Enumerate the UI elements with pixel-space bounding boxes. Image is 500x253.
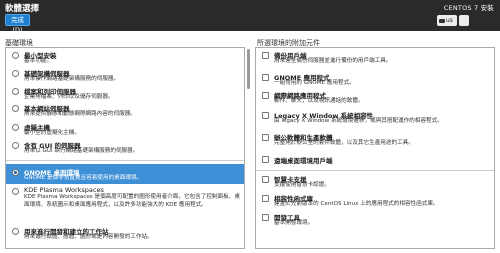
radio-button[interactable] [12,52,19,59]
env-desc: GNOME 是個非常直覺且容易使用的桌面環境。 [24,175,143,181]
addon-item-smart-card[interactable]: 智慧卡支援 支援使用智慧卡認證。 [256,174,494,190]
keyboard-layout-button[interactable]: us [437,15,457,26]
divider [6,160,244,161]
help-button[interactable] [459,15,469,26]
addon-desc: 郵件、聊天，以及視訊通話的軟體。 [274,98,364,104]
scrollbar-thumb[interactable] [247,49,250,89]
addon-item-internet-apps[interactable]: 網際網路應用程式 郵件、聊天，以及視訊通話的軟體。 [256,90,494,106]
addon-desc: 支援使用智慧卡認證。 [274,182,330,188]
env-desc: 用來操作網路基礎架構服務的伺服器。 [24,76,120,82]
radio-button[interactable] [12,105,19,112]
env-item-virtualization-host[interactable]: 虛擬主機 最小型的虛擬化主機。 [6,122,244,138]
addon-desc: 由 legacy X Window 系統環境遷移，或與其搭配運作的相容程式。 [274,118,443,124]
addon-item-gnome-apps[interactable]: GNOME 應用程式 一組常用的 GNOME 應用程式。 [256,72,494,88]
base-environment-list: 最小型安裝 基本功能。 基礎架構伺服器 用來操作網路基礎架構服務的伺服器。 檔案… [5,47,245,249]
radio-button[interactable] [12,88,19,95]
env-item-web-server[interactable]: 基本網站伺服器 用來提供靜態和動態網際網路內容的伺服器。 [6,103,244,119]
env-item-file-print-server[interactable]: 檔案和列印伺服器 企業用檔案、列印以及儲存伺服器。 [6,86,244,102]
env-item-server-with-gui[interactable]: 含有 GUI 的伺服器 用來以 GUI 執行網路基礎架構服務的伺服器。 [6,140,244,156]
env-name: KDE Plasma Workspaces [24,186,104,194]
checkbox[interactable] [262,156,269,163]
env-desc: 最小型的虛擬化主機。 [24,130,80,136]
radio-button[interactable] [12,142,19,149]
addon-item-legacy-x[interactable]: Legacy X Window 系統相容性 由 legacy X Window … [256,110,494,126]
keyboard-icon [439,18,445,23]
env-desc: 企業用檔案、列印以及儲存伺服器。 [24,94,114,100]
radio-button[interactable] [12,124,19,131]
env-item-development-workstation[interactable]: 用來進行開發和建立的工作站 用來進行軟體、應體、圖形或是內容開發的工作站。 [6,226,244,244]
addon-desc: 一組常用的 GNOME 應用程式。 [274,80,355,86]
top-bar: 軟體選擇 完成(D) CENTOS 7 安裝 us [0,0,500,34]
addon-desc: 基本開發環境。 [274,220,314,226]
addon-name: 遠端桌面環境用戶端 [274,157,333,165]
env-desc: 用來進行軟體、應體、圖形或是內容開發的工作站。 [24,234,153,240]
divider [256,170,494,171]
env-item-infrastructure-server[interactable]: 基礎架構伺服器 用來操作網路基礎架構服務的伺服器。 [6,68,244,84]
env-desc: KDE Plasma Workspaces 是個高度可配置的圖形使用者介面，它包… [24,194,240,208]
checkbox[interactable] [262,134,269,141]
env-desc: 用來提供靜態和動態網際網路內容的伺服器。 [24,111,136,117]
addon-item-remote-desktop[interactable]: 遠端桌面環境用戶端 [256,154,494,166]
radio-button[interactable] [12,188,19,195]
addon-item-development-tools[interactable]: 開發工具 基本開發環境。 [256,212,494,228]
checkbox[interactable] [262,52,269,59]
done-button[interactable]: 完成(D) [5,14,30,34]
radio-button[interactable] [12,70,19,77]
left-scrollbar[interactable] [246,47,251,249]
env-desc: 用來以 GUI 執行網路基礎架構服務的伺服器。 [24,148,139,154]
keyboard-layout-label: us [446,17,453,24]
env-item-kde-plasma[interactable]: KDE Plasma Workspaces KDE Plasma Workspa… [6,186,244,218]
checkbox[interactable] [262,112,269,119]
addon-item-compat-libraries[interactable]: 相容性函式庫 建置於先前版本的 CentOS Linux 上的應用程式的相容性函… [256,193,494,209]
addon-desc: 建置於先前版本的 CentOS Linux 上的應用程式的相容性函式庫。 [274,201,439,207]
addon-item-office-suite[interactable]: 辦公軟體和生產軟體 完整用於辦公室的套件軟體，以及其它生產用途的工具。 [256,132,494,148]
page-title: 軟體選擇 [5,4,40,14]
checkbox[interactable] [262,74,269,81]
addons-list: 備份用戶端 用來連至備份伺服器並進行備份的用戶端工具。 GNOME 應用程式 一… [255,47,495,249]
env-item-gnome-desktop[interactable]: GNOME 桌面環境 GNOME 是個非常直覺且容易使用的桌面環境。 [6,164,244,184]
checkbox[interactable] [262,176,269,183]
checkbox[interactable] [262,195,269,202]
env-desc: 基本功能。 [24,58,52,64]
checkbox[interactable] [262,92,269,99]
addon-desc: 完整用於辦公室的套件軟體，以及其它生產用途的工具。 [274,140,414,146]
product-title: CENTOS 7 安裝 [443,4,494,12]
addon-desc: 用來連至備份伺服器並進行備份的用戶端工具。 [274,58,392,64]
addon-item-backup-client[interactable]: 備份用戶端 用來連至備份伺服器並進行備份的用戶端工具。 [256,50,494,66]
env-item-minimal[interactable]: 最小型安裝 基本功能。 [6,50,244,66]
radio-button[interactable] [12,228,19,235]
checkbox[interactable] [262,214,269,221]
radio-button[interactable] [12,169,19,176]
